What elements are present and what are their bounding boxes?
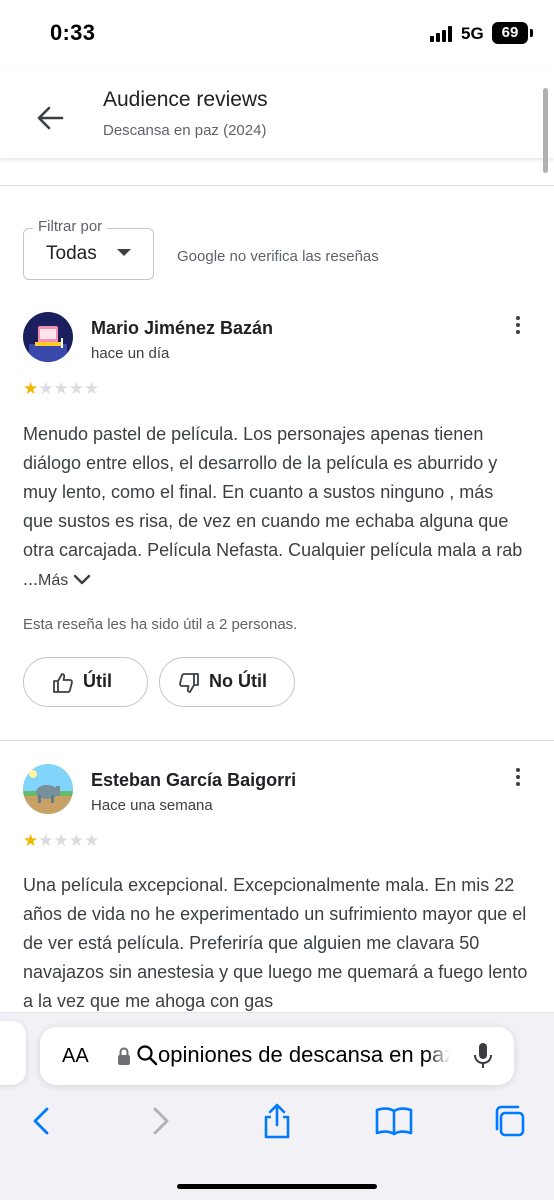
- star-rating: ★★★★★: [23, 379, 99, 399]
- battery-level: 69: [501, 24, 519, 41]
- star-empty-icon: ★: [38, 831, 54, 850]
- status-time: 0:33: [50, 20, 96, 45]
- battery-tip: [530, 29, 533, 37]
- filter-label: Filtrar por: [33, 218, 108, 235]
- status-bar: 0:33 5G 69: [0, 0, 554, 70]
- reviewer-name[interactable]: Esteban García Baigorri: [91, 770, 296, 791]
- share-button[interactable]: [257, 1101, 297, 1141]
- review-text: Menudo pastel de película. Los personaje…: [23, 420, 528, 595]
- avatar-image-icon: [23, 764, 73, 814]
- browser-toolbar: AA opiniones de descansa en paz: [0, 1012, 554, 1200]
- review-body: Menudo pastel de película. Los personaje…: [23, 424, 523, 589]
- share-icon: [264, 1103, 290, 1139]
- bookmarks-button[interactable]: [374, 1101, 414, 1141]
- page-title: Audience reviews: [103, 88, 268, 111]
- star-empty-icon: ★: [68, 831, 84, 850]
- text-size-label: AA: [62, 1045, 89, 1067]
- app-header: Audience reviews Descansa en paz (2024): [0, 70, 554, 158]
- page-subtitle: Descansa en paz (2024): [103, 122, 267, 139]
- review-date: Hace una semana: [91, 797, 213, 814]
- star-empty-icon: ★: [53, 379, 69, 398]
- book-icon: [375, 1107, 413, 1136]
- address-text[interactable]: opiniones de descansa en paz: [158, 1042, 450, 1068]
- avatar-image-icon: [23, 312, 73, 362]
- expand-review-link[interactable]: Más: [38, 569, 91, 589]
- star-empty-icon: ★: [84, 831, 100, 850]
- review-text: Una película excepcional. Excepcionalmen…: [23, 875, 528, 1011]
- star-filled-icon: ★: [23, 831, 39, 850]
- star-empty-icon: ★: [84, 379, 100, 398]
- chevron-right-icon: [153, 1107, 169, 1135]
- microphone-icon: [474, 1043, 492, 1068]
- back-button[interactable]: [30, 98, 70, 138]
- helpful-button[interactable]: Útil: [23, 657, 148, 707]
- not-helpful-label: No Útil: [209, 671, 267, 691]
- thumb-down-icon: [179, 673, 199, 693]
- tabs-button[interactable]: [491, 1101, 531, 1141]
- chevron-left-icon: [33, 1107, 49, 1135]
- star-empty-icon: ★: [38, 379, 54, 398]
- chevron-down-icon: [74, 575, 91, 585]
- verification-note: Google no verifica las reseñas: [177, 248, 379, 265]
- divider: [0, 185, 554, 186]
- previous-tab-preview[interactable]: [0, 1021, 26, 1085]
- scrollbar[interactable]: [543, 88, 548, 173]
- more-label: Más: [38, 572, 69, 589]
- text-size-button[interactable]: AA: [62, 1045, 89, 1068]
- divider: [0, 740, 554, 741]
- network-type: 5G: [461, 24, 484, 43]
- thumb-up-icon: [53, 673, 73, 693]
- address-bar[interactable]: AA opiniones de descansa en paz: [40, 1027, 514, 1085]
- star-empty-icon: ★: [53, 831, 69, 850]
- search-icon: [137, 1045, 158, 1066]
- not-helpful-button[interactable]: No Útil: [159, 657, 295, 707]
- helpful-label: Útil: [83, 671, 112, 691]
- battery-icon: 69: [492, 22, 528, 44]
- forward-nav-button[interactable]: [140, 1101, 180, 1141]
- reviewer-name[interactable]: Mario Jiménez Bazán: [91, 318, 273, 339]
- tabs-icon: [495, 1105, 525, 1137]
- filter-dropdown[interactable]: Todas: [23, 228, 154, 280]
- avatar[interactable]: [23, 312, 73, 362]
- lock-icon: [118, 1047, 130, 1065]
- avatar[interactable]: [23, 764, 73, 814]
- review-options-button[interactable]: [508, 764, 528, 790]
- filter-selected-value: Todas: [46, 243, 97, 264]
- star-filled-icon: ★: [23, 379, 39, 398]
- star-empty-icon: ★: [68, 379, 84, 398]
- home-indicator[interactable]: [177, 1184, 377, 1189]
- cellular-signal-icon: [430, 26, 456, 42]
- star-rating: ★★★★★: [23, 831, 99, 851]
- review-options-button[interactable]: [508, 312, 528, 338]
- dropdown-caret-icon: [117, 249, 131, 256]
- back-nav-button[interactable]: [22, 1101, 62, 1141]
- arrow-left-icon: [37, 106, 64, 130]
- helpful-count: Esta reseña les ha sido útil a 2 persona…: [23, 616, 298, 633]
- review-date: hace un día: [91, 345, 170, 362]
